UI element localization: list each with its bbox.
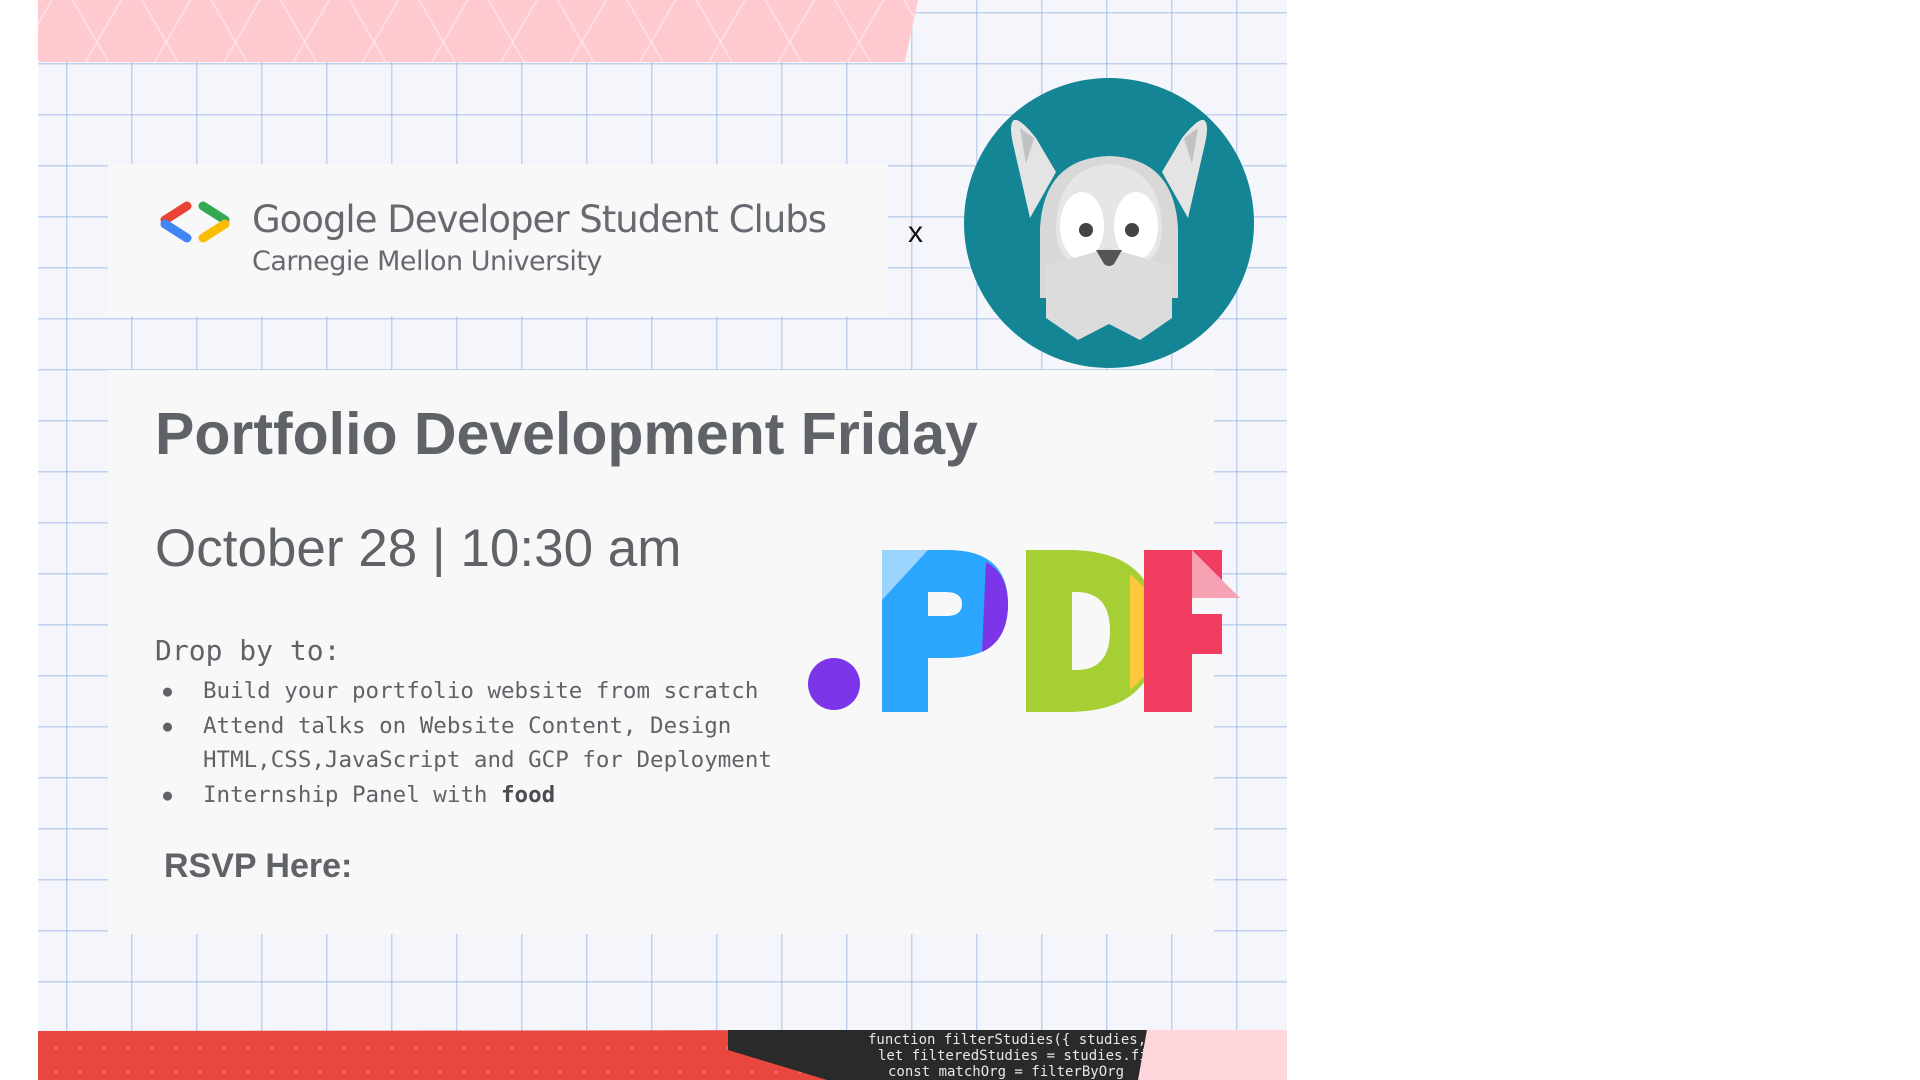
list-item: Internship Panel with food [155, 778, 772, 813]
list-item: Attend talks on Website Content, DesignH… [155, 709, 772, 778]
pdf-logo-icon [808, 550, 1240, 712]
scottie-dog-mascot-icon [964, 78, 1254, 368]
code-line: const matchOrg = filterByOrg [888, 1064, 1125, 1080]
code-line: function filterStudies({ studies, fil [868, 1032, 1178, 1048]
activity-list: Build your portfolio website from scratc… [155, 674, 772, 812]
gdsc-logo-icon [160, 201, 230, 243]
university-name: Carnegie Mellon University [252, 246, 602, 277]
event-date-time: October 28 | 10:30 am [155, 519, 682, 578]
code-line: let filteredStudies = studies.fi [878, 1048, 1148, 1064]
drop-by-heading: Drop by to: [155, 634, 341, 667]
event-title: Portfolio Development Friday [155, 401, 978, 467]
bottom-decorative-band: function filterStudies({ studies, fil le… [38, 1030, 1287, 1080]
list-item: Build your portfolio website from scratc… [155, 674, 772, 709]
food-highlight: food [501, 781, 556, 808]
top-decorative-band [38, 0, 918, 62]
org-name: Google Developer Student Clubs [252, 198, 827, 241]
event-flyer: Google Developer Student Clubs Carnegie … [38, 0, 1287, 1080]
pink-strip [1138, 1030, 1287, 1080]
rsvp-label: RSVP Here: [164, 847, 353, 885]
collaboration-cross: x [908, 216, 923, 249]
